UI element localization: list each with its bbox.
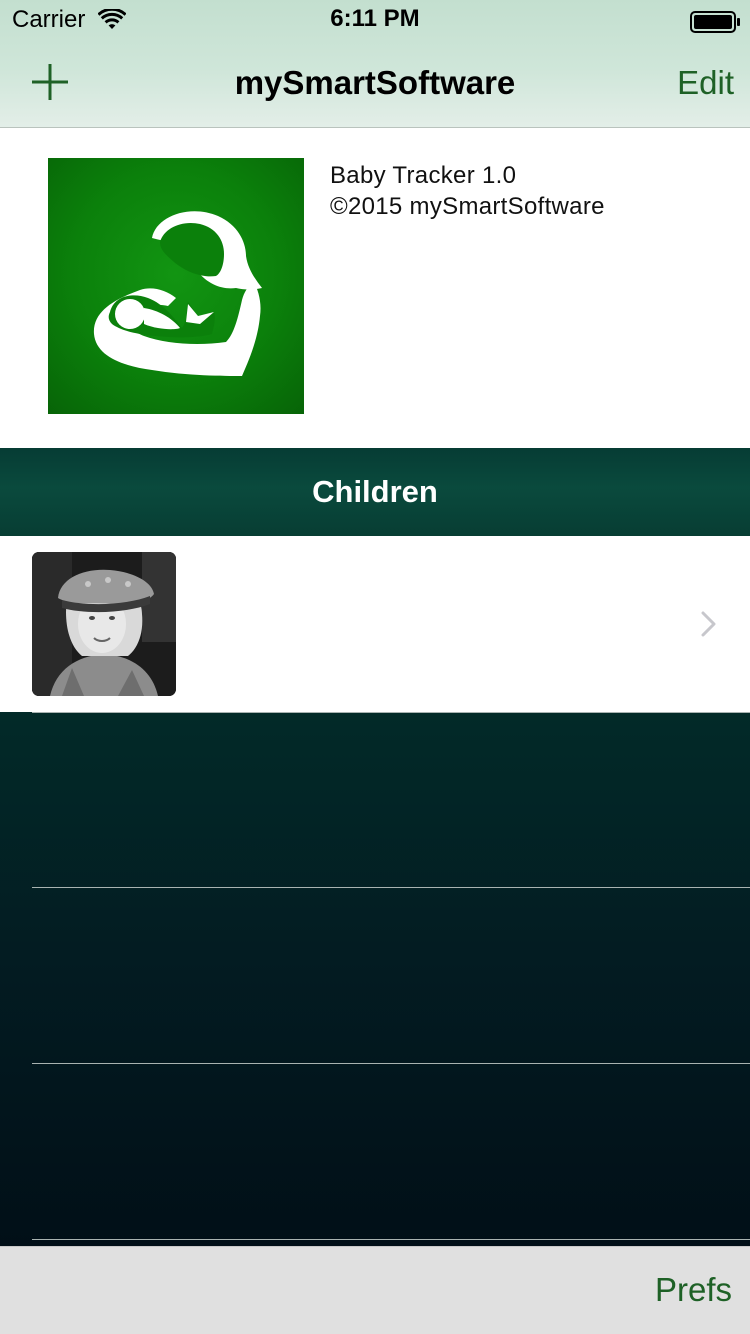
page-title: mySmartSoftware [234, 64, 516, 101]
copyright-label: ©2015 mySmartSoftware [330, 193, 605, 220]
app-version-label: Baby Tracker 1.0 [330, 162, 517, 189]
row-separator [32, 887, 750, 888]
row-separator [32, 712, 750, 713]
row-separator [32, 1063, 750, 1064]
section-title: Children [312, 474, 438, 509]
children-section-header: Children [0, 448, 750, 536]
bottom-toolbar: Prefs [0, 1246, 750, 1334]
battery-icon [690, 11, 742, 38]
chevron-right-icon [700, 610, 718, 643]
navigation-bar: Carrier 6:11 PM mySmartSoftware Edit [0, 0, 750, 128]
app-icon [48, 158, 304, 414]
row-separator [32, 1239, 750, 1240]
child-photo [32, 552, 176, 696]
prefs-button[interactable]: Prefs [655, 1271, 732, 1309]
empty-table-area [0, 712, 750, 1246]
child-list-item[interactable] [0, 536, 750, 712]
status-time: 6:11 PM [330, 5, 420, 32]
breastfeeding-mother-icon [93, 211, 262, 376]
edit-button[interactable]: Edit [677, 64, 734, 102]
about-section: Baby Tracker 1.0 ©2015 mySmartSoftware [0, 128, 750, 448]
